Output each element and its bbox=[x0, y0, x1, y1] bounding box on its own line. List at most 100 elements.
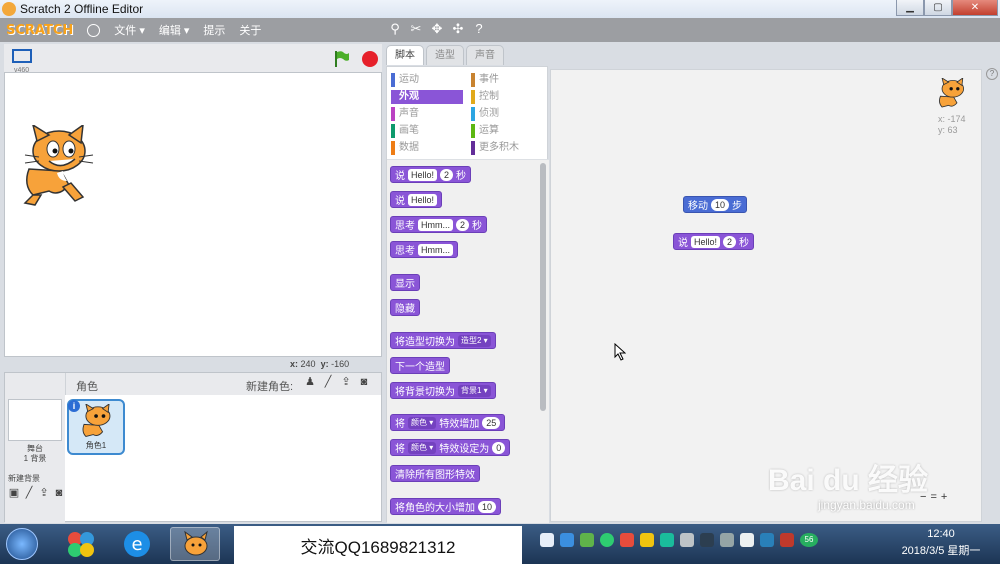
category-sensing[interactable]: 侦测 bbox=[471, 107, 543, 121]
stage-backdrop-count: 1 背景 bbox=[23, 454, 47, 463]
tray-badge[interactable]: 56 bbox=[800, 533, 818, 547]
tab-scripts[interactable]: 脚本 bbox=[386, 45, 424, 65]
menu-tips[interactable]: 提示 bbox=[203, 22, 225, 38]
menu-edit[interactable]: 编辑 ▾ bbox=[159, 22, 190, 38]
help-icon[interactable]: ? bbox=[986, 68, 998, 80]
block-show[interactable]: 显示 bbox=[390, 274, 420, 291]
block-switch-backdrop[interactable]: 将背景切换为 背景1 ▾ bbox=[390, 382, 496, 399]
category-operators[interactable]: 运算 bbox=[471, 124, 543, 138]
tray-input-icon[interactable] bbox=[760, 533, 774, 547]
category-sound[interactable]: 声音 bbox=[391, 107, 463, 121]
menu-bar: SCRATCH 文件 ▾ 编辑 ▾ 提示 关于 ⚲ ✂ ✥ ✣ ? bbox=[0, 18, 1000, 42]
backdrop-camera-icon[interactable]: ◙ bbox=[53, 487, 65, 499]
taskbar-app-pinwheel-icon[interactable] bbox=[56, 527, 106, 561]
block-say[interactable]: 说 Hello! bbox=[390, 191, 443, 208]
tray-green-icon[interactable] bbox=[600, 533, 614, 547]
cat-sprite-icon[interactable] bbox=[19, 125, 95, 207]
tray-bluetooth-icon[interactable] bbox=[560, 533, 574, 547]
close-button[interactable]: ✕ bbox=[952, 0, 998, 16]
tray-volume-icon[interactable] bbox=[740, 533, 754, 547]
minimize-button[interactable]: ▁ bbox=[896, 0, 924, 16]
block-set-effect[interactable]: 将颜色 ▾ 特效设定为 0 bbox=[390, 439, 511, 456]
help-icon[interactable]: ? bbox=[472, 22, 486, 36]
sprites-title: 角色 bbox=[76, 381, 98, 393]
cursor-tools: ⚲ ✂ ✥ ✣ ? bbox=[388, 22, 486, 36]
sprite-paint-icon[interactable]: ╱ bbox=[322, 376, 334, 388]
system-tray: 56 bbox=[540, 533, 818, 547]
mouse-cursor-icon bbox=[614, 343, 626, 361]
sprite-panel: 舞台 1 背景 新建背景 ▣ ╱ ⇪ ◙ 角色 新建角色: ♟ ╱ ⇪ ◙ i … bbox=[4, 372, 382, 523]
category-events[interactable]: 事件 bbox=[471, 73, 543, 87]
backdrop-upload-icon[interactable]: ⇪ bbox=[38, 487, 50, 499]
block-think-for-secs[interactable]: 思考 Hmm... 2 秒 bbox=[390, 216, 488, 233]
tab-sounds[interactable]: 声音 bbox=[466, 45, 504, 65]
category-motion[interactable]: 运动 bbox=[391, 73, 463, 87]
palette-scrollbar[interactable] bbox=[540, 163, 546, 411]
sprite-thumbnail[interactable]: i 角色1 bbox=[67, 399, 125, 455]
grow-icon[interactable]: ✥ bbox=[430, 22, 444, 36]
stage-thumbnail[interactable] bbox=[8, 399, 62, 441]
backdrop-library-icon[interactable]: ▣ bbox=[8, 487, 20, 499]
start-button[interactable] bbox=[6, 528, 38, 560]
new-backdrop-tools: ▣ ╱ ⇪ ◙ bbox=[8, 487, 65, 499]
app-icon bbox=[2, 2, 16, 16]
script-block-say-for-secs[interactable]: 说 Hello! 2 秒 bbox=[673, 233, 755, 250]
taskbar-scratch-icon[interactable] bbox=[170, 527, 220, 561]
zoom-reset-button[interactable]: = bbox=[930, 491, 936, 503]
new-backdrop-label: 新建背景 bbox=[8, 474, 40, 483]
category-pen[interactable]: 画笔 bbox=[391, 124, 463, 138]
fullscreen-icon[interactable] bbox=[12, 49, 32, 63]
stage-selector[interactable]: 舞台 1 背景 新建背景 ▣ ╱ ⇪ ◙ bbox=[5, 373, 65, 523]
maximize-button[interactable]: ▢ bbox=[924, 0, 952, 16]
block-change-size[interactable]: 将角色的大小增加 10 bbox=[390, 498, 502, 515]
block-say-for-secs[interactable]: 说 Hello! 2 秒 bbox=[390, 166, 472, 183]
tab-costumes[interactable]: 造型 bbox=[426, 45, 464, 65]
sprite-camera-icon[interactable]: ◙ bbox=[358, 376, 370, 388]
tray-yellow-icon[interactable] bbox=[640, 533, 654, 547]
tray-alert-icon[interactable] bbox=[780, 533, 794, 547]
block-clear-effects[interactable]: 清除所有图形特效 bbox=[390, 465, 480, 482]
category-list: 运动 事件 外观 控制 声音 侦测 画笔 运算 数据 更多积木 bbox=[391, 73, 543, 157]
sprite-name: 角色1 bbox=[85, 441, 107, 450]
backdrop-paint-icon[interactable]: ╱ bbox=[23, 487, 35, 499]
window-controls: ▁ ▢ ✕ bbox=[896, 0, 998, 16]
clock-date: 2018/3/5 星期一 bbox=[901, 545, 981, 557]
category-looks[interactable]: 外观 bbox=[391, 90, 463, 104]
taskbar-ie-icon[interactable]: e bbox=[112, 527, 162, 561]
menu-about[interactable]: 关于 bbox=[239, 22, 261, 38]
category-data[interactable]: 数据 bbox=[391, 141, 463, 155]
block-change-effect[interactable]: 将颜色 ▾ 特效增加 25 bbox=[390, 414, 506, 431]
title-bar: Scratch 2 Offline Editor ▁ ▢ ✕ bbox=[0, 0, 1000, 18]
category-control[interactable]: 控制 bbox=[471, 90, 543, 104]
zoom-in-button[interactable]: + bbox=[941, 491, 947, 503]
tray-wechat-icon[interactable] bbox=[660, 533, 674, 547]
cat-thumbnail-icon bbox=[82, 404, 111, 437]
category-more-blocks[interactable]: 更多积木 bbox=[471, 141, 543, 155]
stage-canvas[interactable] bbox=[4, 72, 382, 357]
stop-icon[interactable] bbox=[362, 51, 378, 67]
svg-text:e: e bbox=[131, 534, 142, 555]
menu-file[interactable]: 文件 ▾ bbox=[114, 22, 145, 38]
tray-shield-icon[interactable] bbox=[580, 533, 594, 547]
sprite-header: 角色 新建角色: ♟ ╱ ⇪ ◙ bbox=[65, 373, 381, 395]
duplicate-icon[interactable]: ⚲ bbox=[388, 22, 402, 36]
tray-qq-icon[interactable] bbox=[700, 533, 714, 547]
shrink-icon[interactable]: ✣ bbox=[451, 22, 465, 36]
taskbar-clock[interactable]: 12:40 2018/3/5 星期一 bbox=[888, 526, 994, 560]
block-switch-costume[interactable]: 将造型切换为 造型2 ▾ bbox=[390, 332, 496, 349]
globe-icon[interactable] bbox=[87, 23, 101, 37]
tray-printer-icon[interactable] bbox=[680, 533, 694, 547]
sprite-library-icon[interactable]: ♟ bbox=[304, 376, 316, 388]
block-think[interactable]: 思考 Hmm... bbox=[390, 241, 458, 258]
block-hide[interactable]: 隐藏 bbox=[390, 299, 420, 316]
delete-icon[interactable]: ✂ bbox=[409, 22, 423, 36]
tray-screen-icon[interactable] bbox=[540, 533, 554, 547]
tray-red-icon[interactable] bbox=[620, 533, 634, 547]
scratch-logo[interactable]: SCRATCH bbox=[6, 23, 73, 38]
sprite-upload-icon[interactable]: ⇪ bbox=[340, 376, 352, 388]
tray-network-icon[interactable] bbox=[720, 533, 734, 547]
green-flag-icon[interactable] bbox=[334, 50, 350, 68]
new-sprite-label: 新建角色: bbox=[246, 381, 294, 393]
script-block-move[interactable]: 移动 10 步 bbox=[683, 196, 748, 213]
block-next-costume[interactable]: 下一个造型 bbox=[390, 357, 450, 374]
